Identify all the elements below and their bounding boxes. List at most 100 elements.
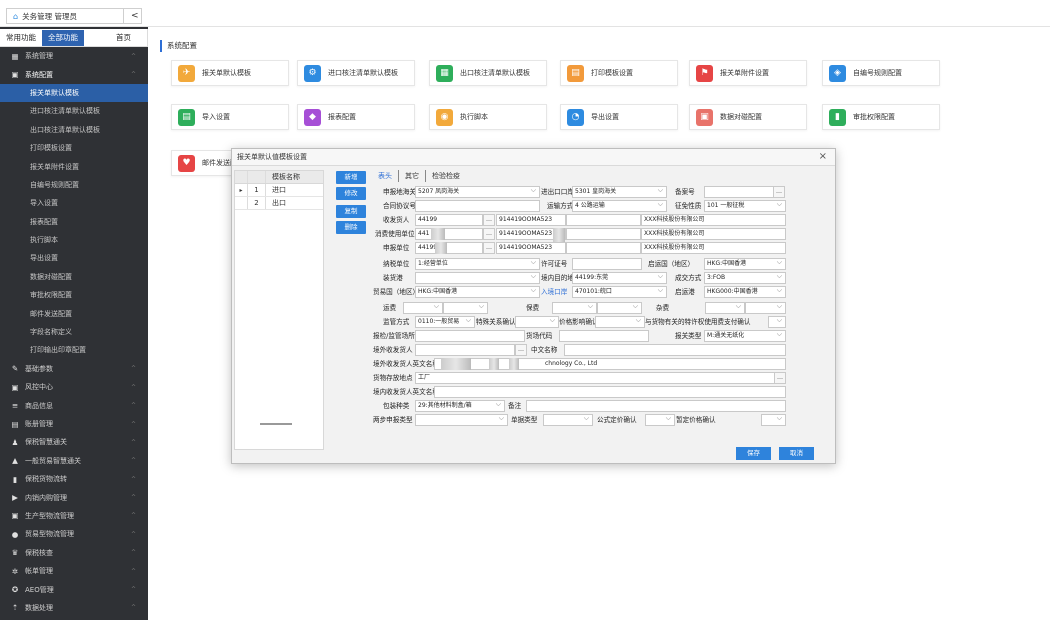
tab-home[interactable]: 首页 [110, 30, 137, 46]
english-name-input[interactable]: chnology Co., Ltd [434, 358, 786, 370]
remark-input[interactable] [526, 400, 786, 412]
config-card[interactable]: ▤ 导入设置 [171, 104, 289, 130]
trade-country-select[interactable]: HKG:中国香港 [415, 286, 540, 298]
sidebar-item[interactable]: ▶ 内销内购管理 ^ [0, 488, 148, 506]
misc-type-select[interactable] [705, 302, 745, 314]
sidebar-item[interactable]: 导出设置 [0, 249, 148, 267]
add-button[interactable]: 新增 [336, 171, 366, 184]
consignee-code-input[interactable]: 44199 [415, 214, 483, 226]
user-unit-code-input[interactable]: 441 [415, 228, 483, 240]
user-unit-lookup-button[interactable]: … [483, 228, 495, 240]
declarant-code-input[interactable]: 44199 [415, 242, 483, 254]
sidebar-item[interactable]: 字段名称定义 [0, 323, 148, 341]
label-entry-port[interactable]: 入境口岸 [541, 286, 567, 299]
config-card[interactable]: ⚑ 报关单附件设置 [689, 60, 807, 86]
sidebar-item[interactable]: ♟ 保税智慧通关 ^ [0, 433, 148, 451]
overseas-lookup-button[interactable]: … [515, 344, 527, 356]
collapse-button[interactable]: < [131, 9, 139, 23]
sidebar-item[interactable]: 报关单附件设置 [0, 157, 148, 175]
config-card[interactable]: ◉ 执行脚本 [429, 104, 547, 130]
tab-other[interactable]: 其它 [399, 170, 426, 182]
config-card[interactable]: ▤ 打印模板设置 [560, 60, 678, 86]
sidebar-item[interactable]: ▦ 系统管理 ^ [0, 47, 148, 65]
transport-select[interactable]: 4 公路运输 [572, 200, 667, 212]
cancel-button[interactable]: 取消 [779, 447, 814, 460]
entry-port-select[interactable]: 470101:皖口 [572, 286, 667, 298]
record-input[interactable] [704, 186, 774, 198]
config-card[interactable]: ▦ 出口核注清单默认模板 [429, 60, 547, 86]
domestic-english-name-input[interactable] [434, 386, 786, 398]
tab-all[interactable]: 全部功能 [42, 29, 84, 46]
sidebar-item[interactable]: 执行脚本 [0, 231, 148, 249]
insurance-type-select[interactable] [552, 302, 597, 314]
sidebar-item[interactable]: ▣ 风控中心 ^ [0, 378, 148, 396]
package-type-select[interactable]: 29:其他材料制盒/箱 [415, 400, 505, 412]
consignee-extra-input[interactable] [566, 214, 641, 226]
freight-value-select[interactable] [443, 302, 488, 314]
insurance-value-select[interactable] [597, 302, 642, 314]
chinese-name-input[interactable] [564, 344, 786, 356]
inspection-place-input[interactable] [415, 330, 525, 342]
sidebar-item[interactable]: ▣ 系统配置 ^ [0, 65, 148, 83]
sidebar-item[interactable]: ✲ 帐单管理 ^ [0, 562, 148, 580]
departure-port-select[interactable]: HKG000:中国香港 [704, 286, 786, 298]
tax-nature-select[interactable]: 101 一般征税 [704, 200, 786, 212]
declarant-lookup-button[interactable]: … [483, 242, 495, 254]
load-port-select[interactable] [415, 272, 540, 284]
declarant-name-input[interactable]: XXX科技股份有限公司 [641, 242, 786, 254]
sidebar-item[interactable]: 报表配置 [0, 213, 148, 231]
sidebar-item[interactable]: ▮ 保税货物流转 ^ [0, 470, 148, 488]
copy-button[interactable]: 复制 [336, 205, 366, 218]
sidebar-item[interactable]: 数据对碰配置 [0, 268, 148, 286]
sidebar-item[interactable]: 出口核注清单默认模板 [0, 121, 148, 139]
formula-price-select[interactable] [645, 414, 675, 426]
tab-header[interactable]: 表头 [372, 170, 399, 182]
sidebar-item[interactable]: 报关单默认模板 [0, 83, 148, 103]
misc-value-select[interactable] [745, 302, 786, 314]
origin-country-select[interactable]: HKG:中国香港 [704, 258, 786, 270]
royalty-select[interactable] [768, 316, 786, 328]
config-card[interactable]: ✈ 报关单默认模板 [171, 60, 289, 86]
sidebar-item[interactable]: ⇡ 数据处理 ^ [0, 599, 148, 617]
license-input[interactable] [572, 258, 642, 270]
port-select[interactable]: 5207 凤岗海关 [415, 186, 540, 198]
sidebar-item[interactable]: 审批权限配置 [0, 286, 148, 304]
storage-place-input[interactable]: 工厂 [415, 372, 775, 384]
destination-select[interactable]: 44199:东莞 [572, 272, 667, 284]
consignee-name-input[interactable]: XXX科技股份有限公司 [641, 214, 786, 226]
sidebar-item[interactable]: ♛ 保税核查 ^ [0, 544, 148, 562]
delete-button[interactable]: 删除 [336, 221, 366, 234]
consignee-lookup-button[interactable]: … [483, 214, 495, 226]
config-card[interactable]: ▮ 审批权限配置 [822, 104, 940, 130]
config-card[interactable]: ⚙ 进口核注清单默认模板 [297, 60, 415, 86]
deal-mode-select[interactable]: 3:FOB [704, 272, 786, 284]
tentative-price-select[interactable] [761, 414, 786, 426]
user-unit-name-input[interactable]: XXX科技股份有限公司 [641, 228, 786, 240]
sidebar-item[interactable]: ● 贸易型物流管理 ^ [0, 525, 148, 543]
sidebar-item[interactable]: ▤ 账册管理 ^ [0, 415, 148, 433]
ie-port-select[interactable]: 5301 皇岗海关 [572, 186, 667, 198]
price-impact-select[interactable] [595, 316, 645, 328]
declare-type-select[interactable]: M:通关无纸化 [704, 330, 786, 342]
config-card[interactable]: ◔ 导出设置 [560, 104, 678, 130]
sidebar-item[interactable]: ▣ 生产型物流管理 ^ [0, 507, 148, 525]
record-lookup-button[interactable]: … [773, 186, 785, 198]
sidebar-item[interactable]: ✪ AEO管理 ^ [0, 580, 148, 598]
config-card[interactable]: ◈ 自编号规则配置 [822, 60, 940, 86]
goods-code-input[interactable] [559, 330, 649, 342]
sidebar-item[interactable]: ≡ 商品信息 ^ [0, 396, 148, 414]
storage-lookup-button[interactable]: … [774, 372, 786, 384]
table-row[interactable]: 2 出口 [235, 197, 323, 210]
bill-type-select[interactable] [543, 414, 593, 426]
table-row[interactable]: ▸ 1 进口 [235, 184, 323, 197]
edit-button[interactable]: 修改 [336, 187, 366, 200]
close-icon[interactable]: × [819, 151, 827, 162]
sidebar-item[interactable]: 邮件发送配置 [0, 304, 148, 322]
tab-inspection[interactable]: 检验检疫 [426, 170, 466, 182]
config-card[interactable]: ◆ 报表配置 [297, 104, 415, 130]
declarant-credit-input[interactable]: 914419OOMA523 [496, 242, 566, 254]
contract-input[interactable] [415, 200, 540, 212]
config-card[interactable]: ▣ 数据对碰配置 [689, 104, 807, 130]
two-step-select[interactable] [415, 414, 508, 426]
horizontal-scrollbar[interactable] [260, 423, 292, 425]
